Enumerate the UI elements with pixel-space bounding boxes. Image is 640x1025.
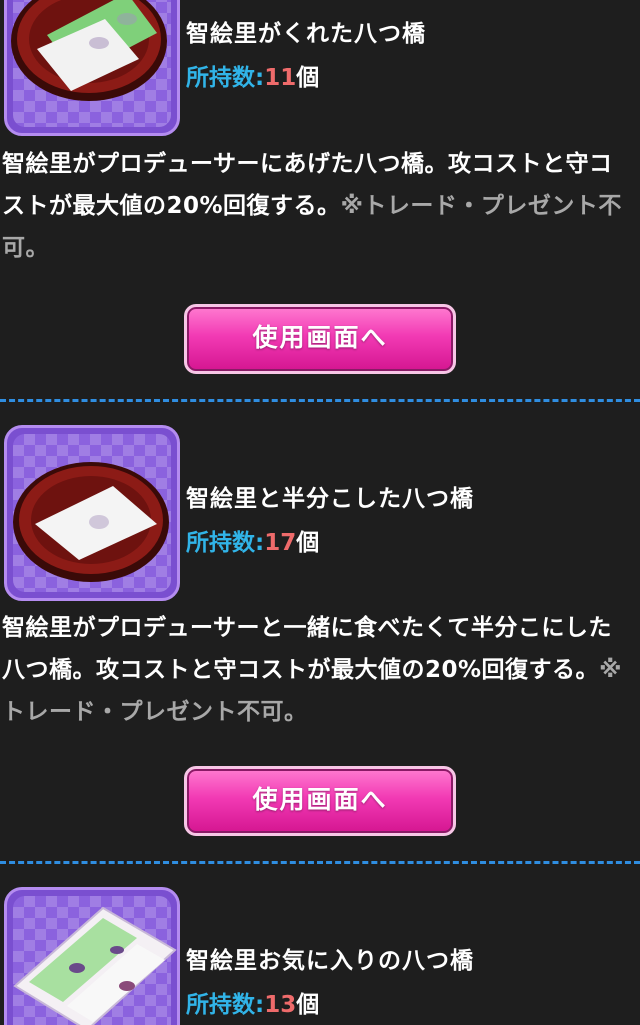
item-count: 所持数:13個 <box>186 985 319 1019</box>
item-list: 智絵里がくれた八つ橋 所持数:11個 智絵里がプロデューサーにあげた八つ橋。攻コ… <box>0 0 640 1025</box>
count-unit: 個 <box>296 992 320 1018</box>
item-name: 智絵里と半分こした八つ橋 <box>186 486 474 512</box>
use-screen-button[interactable]: 使用画面へ <box>184 766 456 836</box>
divider <box>0 861 640 864</box>
count-label: 所持数: <box>186 992 265 1018</box>
yatsuhashi-plate-icon <box>11 0 167 101</box>
item-count: 所持数:11個 <box>186 58 319 92</box>
count-value: 11 <box>264 65 297 91</box>
count-label: 所持数: <box>186 530 265 556</box>
yatsuhashi-plate-icon <box>13 462 169 582</box>
count-value: 13 <box>264 992 297 1018</box>
count-value: 17 <box>264 530 297 556</box>
use-screen-button[interactable]: 使用画面へ <box>184 304 456 374</box>
item-thumbnail <box>4 425 180 601</box>
divider <box>0 399 640 402</box>
item-thumbnail <box>4 887 180 1025</box>
description-text: 智絵里がプロデューサーと一緒に食べたくて半分こにした八つ橋。攻コストと守コストが… <box>2 615 612 683</box>
count-unit: 個 <box>296 65 320 91</box>
item-count: 所持数:17個 <box>186 523 319 557</box>
item-description: 智絵里がプロデューサーと一緒に食べたくて半分こにした八つ橋。攻コストと守コストが… <box>2 607 632 733</box>
item-description: 智絵里がプロデューサーにあげた八つ橋。攻コストと守コストが最大値の20%回復する… <box>2 143 632 269</box>
yatsuhashi-box-icon <box>13 906 177 1025</box>
item-name: 智絵里がくれた八つ橋 <box>186 21 426 47</box>
count-label: 所持数: <box>186 65 265 91</box>
count-unit: 個 <box>296 530 320 556</box>
item-name: 智絵里お気に入りの八つ橋 <box>186 948 474 974</box>
item-thumbnail <box>4 0 180 136</box>
